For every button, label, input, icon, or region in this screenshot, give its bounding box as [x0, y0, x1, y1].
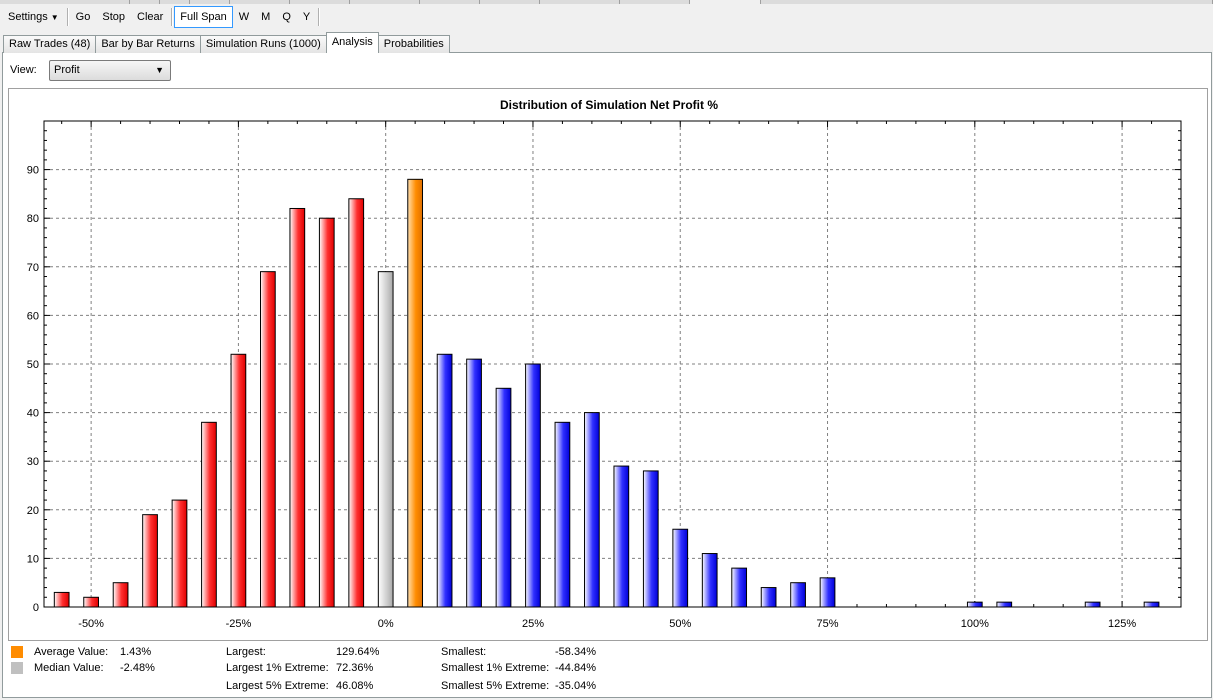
x-tick-label: 100% — [961, 618, 989, 630]
histogram-bar — [230, 353, 247, 608]
histogram-bar — [289, 207, 306, 608]
largest-1pct-value: 72.36% — [336, 662, 374, 674]
settings-dropdown-button[interactable]: Settings ▼ — [2, 6, 65, 28]
toolbar-separator — [171, 8, 173, 26]
histogram-bar — [407, 178, 424, 608]
x-tick-label: 50% — [669, 618, 691, 630]
histogram-bar — [525, 363, 541, 608]
histogram-bar — [790, 582, 806, 608]
histogram-bar — [731, 567, 748, 608]
largest-label: Largest: — [226, 646, 266, 658]
x-tick-label: -25% — [226, 618, 252, 630]
y-tick-label: 10 — [27, 553, 39, 565]
average-value: 1.43% — [120, 646, 152, 658]
view-select[interactable]: Profit ▼ — [49, 60, 171, 81]
histogram-bar — [701, 553, 718, 608]
tab-simulation-runs[interactable]: Simulation Runs (1000) — [199, 35, 327, 53]
histogram-bar — [819, 577, 836, 608]
stats-footer: Average Value: 1.43% Median Value: -2.48… — [0, 641, 1213, 700]
y-tick-label: 70 — [27, 262, 39, 274]
y-tick-label: 0 — [33, 602, 39, 614]
x-tick-label: 25% — [522, 618, 544, 630]
tab-bar-by-bar-returns[interactable]: Bar by Bar Returns — [95, 35, 201, 53]
smallest-5pct-label: Smallest 5% Extreme: — [441, 680, 550, 692]
y-tick-label: 40 — [27, 408, 39, 420]
week-button[interactable]: W — [233, 6, 255, 28]
median-label: Median Value: — [34, 662, 104, 674]
month-button[interactable]: M — [255, 6, 276, 28]
toolbar-separator — [66, 8, 68, 26]
go-button[interactable]: Go — [70, 6, 97, 28]
x-tick-label: -50% — [78, 618, 104, 630]
y-tick-label: 30 — [27, 456, 39, 468]
chevron-down-icon: ▼ — [155, 65, 164, 75]
histogram-bar — [672, 528, 689, 608]
histogram-bar — [436, 353, 453, 608]
full-span-button[interactable]: Full Span — [174, 6, 233, 28]
histogram-bar — [318, 217, 335, 608]
histogram-bar — [377, 271, 394, 608]
smallest-1pct-label: Smallest 1% Extreme: — [441, 662, 550, 674]
y-tick-label: 60 — [27, 310, 39, 322]
view-select-value: Profit — [54, 64, 80, 76]
histogram-bar — [642, 470, 659, 608]
average-swatch — [11, 646, 23, 658]
histogram-bar — [495, 387, 512, 608]
clear-button[interactable]: Clear — [131, 6, 169, 28]
histogram-bar — [348, 198, 365, 608]
chevron-down-icon: ▼ — [50, 13, 59, 22]
y-tick-label: 20 — [27, 505, 39, 517]
settings-label: Settings — [8, 11, 48, 23]
year-button[interactable]: Y — [297, 6, 316, 28]
view-label: View: — [10, 64, 37, 76]
toolbar-separator — [318, 8, 320, 26]
smallest-5pct-value: -35.04% — [555, 680, 596, 692]
histogram-bar — [1143, 601, 1160, 608]
histogram-bar — [112, 582, 129, 608]
histogram-bar — [584, 412, 600, 608]
histogram-bar — [260, 271, 276, 608]
toolbar: Settings ▼ Go Stop Clear Full Span W M Q … — [0, 4, 1213, 30]
largest-5pct-value: 46.08% — [336, 680, 374, 692]
histogram-bar — [966, 601, 983, 608]
chart-container: Distribution of Simulation Net Profit % 0… — [8, 88, 1208, 641]
chart-title: Distribution of Simulation Net Profit % — [500, 98, 718, 112]
stop-button[interactable]: Stop — [96, 6, 131, 28]
tab-analysis[interactable]: Analysis — [325, 32, 379, 53]
histogram-bar — [142, 514, 158, 608]
largest-value: 129.64% — [336, 646, 380, 658]
average-label: Average Value: — [34, 646, 109, 658]
histogram-bar — [1084, 601, 1101, 608]
smallest-value: -58.34% — [555, 646, 596, 658]
smallest-1pct-value: -44.84% — [555, 662, 596, 674]
x-tick-label: 125% — [1108, 618, 1136, 630]
histogram-bar — [83, 596, 99, 608]
histogram-bar — [466, 358, 482, 608]
x-tick-label: 75% — [817, 618, 839, 630]
smallest-label: Smallest: — [441, 646, 487, 658]
largest-5pct-label: Largest 5% Extreme: — [226, 680, 329, 692]
y-tick-label: 50 — [27, 359, 39, 371]
histogram-bar — [760, 587, 777, 608]
quarter-button[interactable]: Q — [276, 6, 297, 28]
median-swatch — [11, 662, 23, 674]
histogram-bar — [53, 591, 70, 608]
histogram-bar — [171, 499, 188, 608]
largest-1pct-label: Largest 1% Extreme: — [226, 662, 329, 674]
median-value: -2.48% — [120, 662, 155, 674]
x-tick-label: 0% — [378, 618, 394, 630]
histogram-bar — [613, 465, 630, 608]
distribution-chart: Distribution of Simulation Net Profit % 0… — [27, 98, 1182, 630]
histogram-bar — [554, 421, 571, 608]
histogram-bar — [201, 421, 217, 608]
tab-bar: Raw Trades (48) Bar by Bar Returns Simul… — [3, 32, 450, 53]
y-tick-label: 90 — [27, 165, 39, 177]
y-tick-label: 80 — [27, 213, 39, 225]
histogram-bar — [996, 601, 1013, 608]
tab-probabilities[interactable]: Probabilities — [377, 35, 450, 53]
tab-raw-trades[interactable]: Raw Trades (48) — [3, 35, 97, 53]
